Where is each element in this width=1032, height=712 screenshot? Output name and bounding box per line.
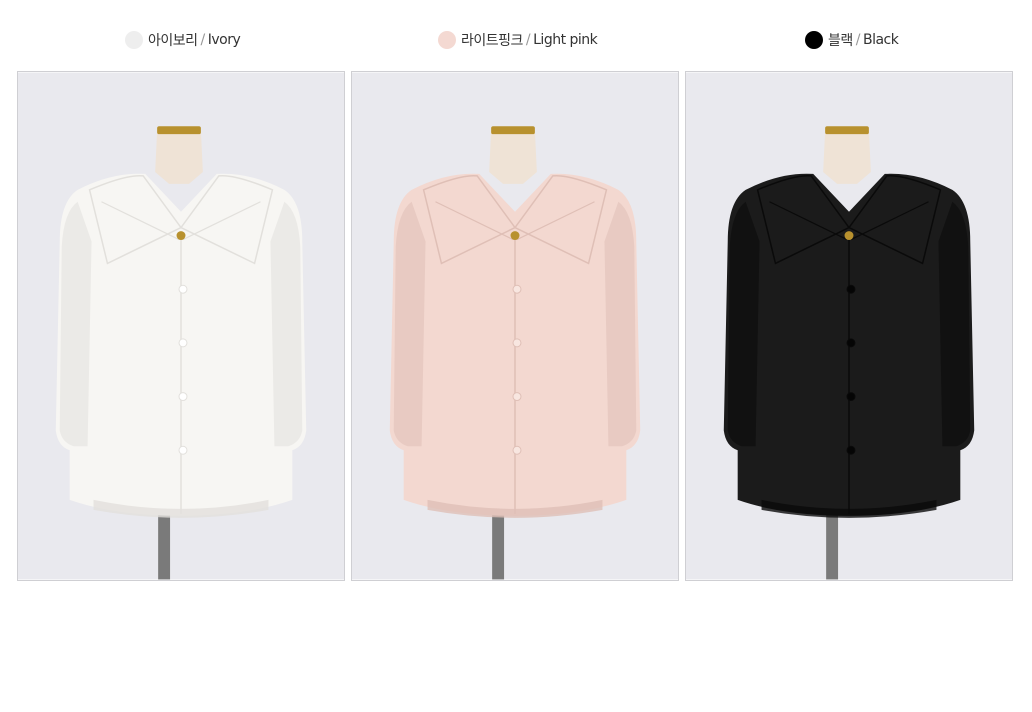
left-sleeve-shade [727,201,760,447]
color-option-ivory[interactable]: 아이보리 / Ivory [125,28,241,52]
button [178,338,188,348]
product-photo-black[interactable] [685,71,1013,581]
right-sleeve-shade [938,201,971,447]
blouse-black-image [686,72,1012,580]
button [512,284,522,294]
brooch-button [510,231,520,241]
brooch-button [176,231,186,241]
mannequin-neck [489,130,537,184]
button [512,338,522,348]
blouse-ivory-image [18,72,344,580]
color-name-en: Light pink [533,32,598,48]
neck-cap [491,126,535,135]
blouse-light-pink-image [352,72,678,580]
left-sleeve-shade [393,201,426,447]
product-photo-ivory[interactable] [17,71,345,581]
stand-pole [492,509,505,580]
right-sleeve-shade [270,201,303,447]
right-sleeve-shade [604,201,637,447]
stand-pole [826,509,839,580]
color-name-ko: 블랙 [828,33,853,49]
stand-pole [158,509,171,580]
neck-cap [157,126,201,135]
color-option-black[interactable]: 블랙 / Black [805,28,899,52]
button [178,392,188,402]
color-options-row: 아이보리 / Ivory 라이트핑크 / Light pink 블랙 / Bla… [0,28,1032,52]
color-name-separator: / [525,32,531,48]
button [846,392,856,402]
color-name-ko: 아이보리 [148,33,198,49]
color-name-separator: / [855,32,861,48]
button [512,445,522,455]
black-swatch-icon [805,31,823,49]
color-name-en: Ivory [207,32,241,48]
button [512,392,522,402]
brooch-button [844,231,854,241]
color-option-light-pink[interactable]: 라이트핑크 / Light pink [438,28,598,52]
button [178,445,188,455]
ivory-swatch-icon [125,31,143,49]
product-photo-light-pink[interactable] [351,71,679,581]
color-name-en: Black [862,32,899,48]
button [178,284,188,294]
neck-cap [825,126,869,135]
color-name-separator: / [200,32,206,48]
mannequin-neck [155,130,203,184]
mannequin-neck [823,130,871,184]
left-sleeve-shade [59,201,92,447]
button [846,338,856,348]
light-pink-swatch-icon [438,31,456,49]
color-name-ko: 라이트핑크 [461,33,523,49]
button [846,445,856,455]
button [846,284,856,294]
